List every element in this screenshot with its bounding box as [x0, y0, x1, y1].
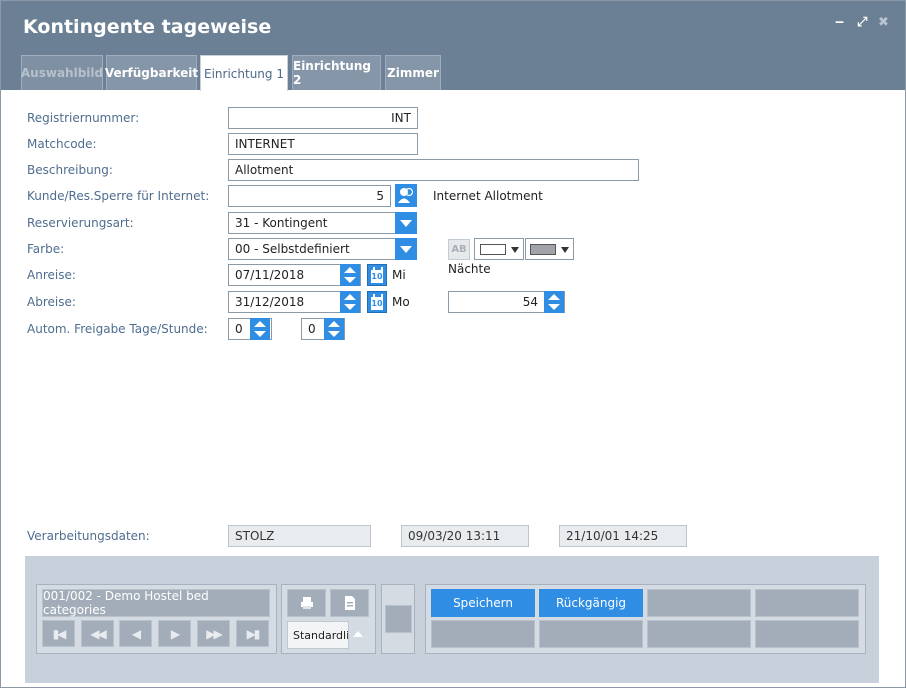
beschreibung-field[interactable]: Allotment — [228, 159, 639, 181]
action-slot-5[interactable] — [431, 620, 535, 648]
customer-lookup-button[interactable] — [395, 184, 417, 207]
abreise-weekday: Mo — [392, 295, 410, 309]
extra-button[interactable] — [385, 605, 412, 633]
first-record-button[interactable]: ▮◀ — [42, 620, 75, 647]
tab-auswahlbild[interactable]: Auswahlbild — [21, 55, 103, 90]
users-icon — [398, 187, 414, 203]
farbe-select[interactable]: 00 - Selbstdefiniert — [228, 238, 417, 260]
abreise-calendar-icon[interactable]: 10 — [367, 291, 387, 313]
anreise-weekday: Mi — [392, 268, 406, 282]
background-color-picker[interactable] — [525, 238, 574, 260]
chevron-down-icon — [561, 247, 569, 253]
kunde-field[interactable]: 5 — [228, 185, 391, 207]
color-swatch-white — [480, 244, 506, 255]
label-reservierungsart: Reservierungsart: — [27, 216, 134, 230]
record-indicator: 001/002 - Demo Hostel bed categories — [42, 589, 270, 617]
processing-date-modified: 21/10/01 14:25 — [559, 525, 687, 547]
tab-zimmer[interactable]: Zimmer — [385, 55, 441, 90]
kunde-name: Internet Allotment — [433, 189, 543, 203]
label-kunde: Kunde/Res.Sperre für Internet: — [27, 189, 210, 203]
save-button[interactable]: Speichern — [431, 589, 535, 617]
processing-user: STOLZ — [228, 525, 371, 547]
text-color-ab-button[interactable]: AB — [448, 239, 470, 260]
action-slot-4[interactable] — [755, 589, 859, 617]
previous-record-button[interactable]: ◀ — [119, 620, 152, 647]
label-freigabe: Autom. Freigabe Tage/Stunde: — [27, 322, 208, 336]
freigabe-tage-stepper[interactable] — [250, 318, 270, 340]
naechte-label: Nächte — [448, 262, 491, 276]
minimize-icon[interactable]: ‒ — [835, 15, 844, 30]
label-abreise: Abreise: — [27, 295, 76, 309]
print-button[interactable] — [287, 589, 326, 617]
reservierungsart-chevron-down-icon[interactable] — [395, 212, 417, 234]
reservierungsart-select[interactable]: 31 - Kontingent — [228, 212, 417, 234]
fast-forward-button[interactable]: ▶▶ — [197, 620, 230, 647]
tab-einrichtung-2[interactable]: Einrichtung 2 — [292, 55, 381, 90]
anreise-calendar-icon[interactable]: 10 — [367, 264, 387, 286]
window-title: Kontingente tageweise — [23, 16, 272, 38]
label-beschreibung: Beschreibung: — [27, 163, 113, 177]
next-record-button[interactable]: ▶ — [158, 620, 191, 647]
naechte-stepper[interactable] — [544, 291, 564, 313]
restore-icon[interactable]: ⤢ — [857, 15, 867, 30]
preview-button[interactable] — [330, 589, 369, 617]
chevron-down-icon — [511, 247, 519, 253]
farbe-chevron-down-icon[interactable] — [395, 238, 417, 260]
label-matchcode: Matchcode: — [27, 137, 97, 151]
printer-icon — [300, 597, 313, 609]
registriernummer-field[interactable]: INT — [228, 107, 418, 129]
action-slot-8[interactable] — [755, 620, 859, 648]
freigabe-stunde-stepper[interactable] — [324, 318, 344, 340]
matchcode-field[interactable]: INTERNET — [228, 133, 418, 155]
label-anreise: Anreise: — [27, 268, 76, 282]
abreise-stepper[interactable] — [340, 291, 360, 313]
color-swatch-grey — [530, 244, 556, 255]
anreise-stepper[interactable] — [340, 264, 360, 286]
action-slot-6[interactable] — [539, 620, 643, 648]
fast-back-button[interactable]: ◀◀ — [81, 620, 114, 647]
tab-verfuegbarkeit[interactable]: Verfügbarkeit — [105, 55, 198, 90]
action-slot-3[interactable] — [647, 589, 751, 617]
foreground-color-picker[interactable] — [474, 238, 524, 260]
processing-date-created: 09/03/20 13:11 — [401, 525, 529, 547]
tab-einrichtung-1[interactable]: Einrichtung 1 — [200, 55, 288, 91]
undo-button[interactable]: Rückgängig — [539, 589, 643, 617]
window: Kontingente tageweise ‒ ⤢ ✖ Auswahlbild … — [0, 0, 906, 688]
print-list-select[interactable]: Standardli — [287, 621, 349, 649]
label-verarbeitungsdaten: Verarbeitungsdaten: — [27, 529, 150, 543]
last-record-button[interactable]: ▶▮ — [236, 620, 269, 647]
action-slot-7[interactable] — [647, 620, 751, 648]
close-icon[interactable]: ✖ — [878, 15, 889, 30]
label-farbe: Farbe: — [27, 242, 65, 256]
label-registriernummer: Registriernummer: — [27, 111, 140, 125]
document-icon — [344, 596, 355, 610]
chevron-up-icon[interactable] — [353, 631, 363, 637]
